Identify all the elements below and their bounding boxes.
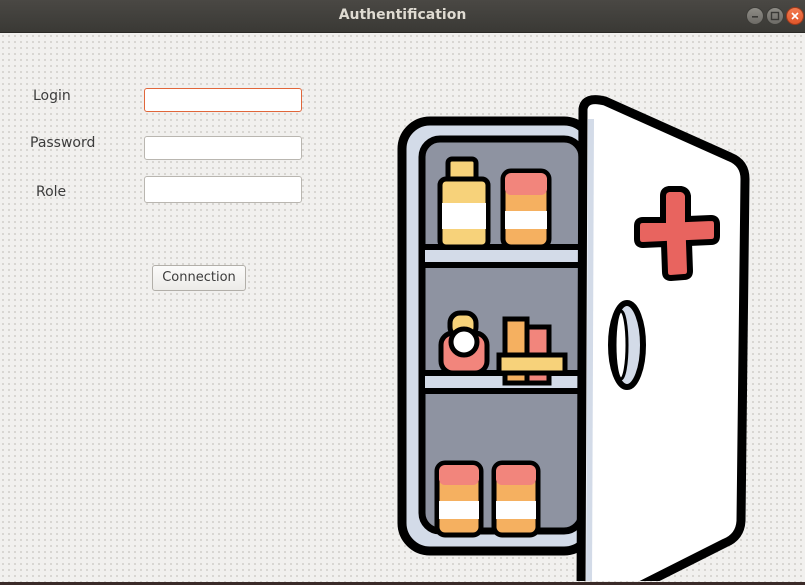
medicine-cabinet-icon — [397, 95, 750, 581]
title-bar[interactable]: Authentification — [0, 0, 805, 33]
connection-button[interactable]: Connection — [152, 265, 246, 291]
window-content: Login Password Role Connection — [0, 33, 805, 583]
login-field[interactable] — [144, 88, 302, 112]
window-title: Authentification — [338, 7, 467, 23]
role-field[interactable] — [144, 176, 302, 203]
minimize-button[interactable] — [746, 7, 764, 25]
authentification-window: Authentification Login Password Role Con… — [0, 0, 805, 585]
orange-jar — [500, 168, 552, 250]
bottom-jar-left — [434, 460, 484, 538]
bottom-jar-right — [491, 460, 541, 538]
login-label: Login — [33, 88, 71, 104]
cabinet-door — [576, 95, 750, 581]
maximize-icon — [770, 11, 780, 21]
minimize-icon — [752, 16, 758, 18]
password-field[interactable] — [144, 136, 302, 160]
role-label: Role — [36, 184, 67, 200]
maximize-button[interactable] — [766, 7, 784, 25]
close-button[interactable] — [786, 7, 804, 25]
password-label: Password — [30, 135, 96, 151]
close-icon — [791, 12, 799, 20]
